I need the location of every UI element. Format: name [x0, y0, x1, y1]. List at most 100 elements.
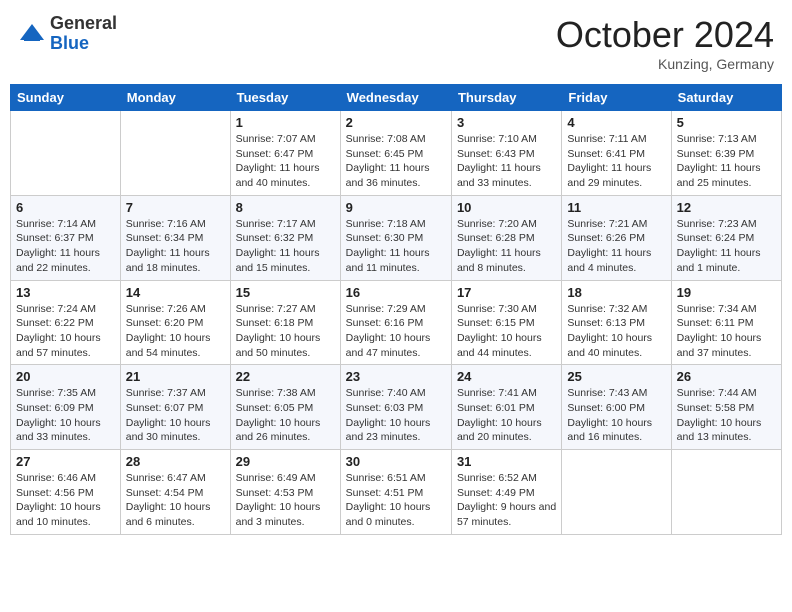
day-number: 10 — [457, 200, 556, 215]
day-info: Sunrise: 7:13 AMSunset: 6:39 PMDaylight:… — [677, 132, 776, 191]
day-number: 25 — [567, 369, 665, 384]
day-info: Sunrise: 6:52 AMSunset: 4:49 PMDaylight:… — [457, 471, 556, 530]
day-info: Sunrise: 7:30 AMSunset: 6:15 PMDaylight:… — [457, 302, 556, 361]
logo: General Blue — [18, 14, 117, 54]
day-number: 22 — [236, 369, 335, 384]
day-info: Sunrise: 7:07 AMSunset: 6:47 PMDaylight:… — [236, 132, 335, 191]
calendar-cell: 18 Sunrise: 7:32 AMSunset: 6:13 PMDayligh… — [562, 280, 671, 365]
calendar-cell: 5 Sunrise: 7:13 AMSunset: 6:39 PMDaylight… — [671, 111, 781, 196]
week-row-4: 20Sunrise: 7:35 AMSunset: 6:09 PMDayligh… — [11, 365, 782, 450]
day-number: 11 — [567, 200, 665, 215]
calendar-cell: 16 Sunrise: 7:29 AMSunset: 6:16 PMDayligh… — [340, 280, 451, 365]
calendar-cell: 14Sunrise: 7:26 AMSunset: 6:20 PMDayligh… — [120, 280, 230, 365]
calendar-cell — [120, 111, 230, 196]
day-info: Sunrise: 7:43 AMSunset: 6:00 PMDaylight:… — [567, 386, 665, 445]
day-info: Sunrise: 6:46 AMSunset: 4:56 PMDaylight:… — [16, 471, 115, 530]
calendar-cell: 4Sunrise: 7:11 AMSunset: 6:41 PMDaylight… — [562, 111, 671, 196]
calendar-cell: 13Sunrise: 7:24 AMSunset: 6:22 PMDayligh… — [11, 280, 121, 365]
day-info: Sunrise: 7:37 AMSunset: 6:07 PMDaylight:… — [126, 386, 225, 445]
calendar-cell: 29Sunrise: 6:49 AMSunset: 4:53 PMDayligh… — [230, 450, 340, 535]
day-number: 7 — [126, 200, 225, 215]
calendar-cell: 24 Sunrise: 7:41 AMSunset: 6:01 PMDayligh… — [451, 365, 561, 450]
logo-general: General — [50, 14, 117, 34]
calendar-cell: 27 Sunrise: 6:46 AMSunset: 4:56 PMDayligh… — [11, 450, 121, 535]
day-number: 27 — [16, 454, 115, 469]
day-number: 14 — [126, 285, 225, 300]
day-number: 1 — [236, 115, 335, 130]
day-info: Sunrise: 7:32 AMSunset: 6:13 PMDaylight:… — [567, 302, 665, 361]
day-number: 4 — [567, 115, 665, 130]
day-info: Sunrise: 7:14 AMSunset: 6:37 PMDaylight:… — [16, 217, 115, 276]
day-info: Sunrise: 7:17 AMSunset: 6:32 PMDaylight:… — [236, 217, 335, 276]
day-info: Sunrise: 7:40 AMSunset: 6:03 PMDaylight:… — [346, 386, 446, 445]
day-number: 21 — [126, 369, 225, 384]
calendar-cell: 20Sunrise: 7:35 AMSunset: 6:09 PMDayligh… — [11, 365, 121, 450]
week-row-2: 6 Sunrise: 7:14 AMSunset: 6:37 PMDaylight… — [11, 195, 782, 280]
day-info: Sunrise: 7:29 AMSunset: 6:16 PMDaylight:… — [346, 302, 446, 361]
calendar-cell: 22 Sunrise: 7:38 AMSunset: 6:05 PMDayligh… — [230, 365, 340, 450]
day-info: Sunrise: 7:41 AMSunset: 6:01 PMDaylight:… — [457, 386, 556, 445]
day-number: 19 — [677, 285, 776, 300]
calendar-cell: 26 Sunrise: 7:44 AMSunset: 5:58 PMDayligh… — [671, 365, 781, 450]
day-number: 8 — [236, 200, 335, 215]
day-number: 31 — [457, 454, 556, 469]
logo-blue: Blue — [50, 34, 117, 54]
calendar-cell: 3 Sunrise: 7:10 AMSunset: 6:43 PMDaylight… — [451, 111, 561, 196]
day-number: 3 — [457, 115, 556, 130]
day-number: 6 — [16, 200, 115, 215]
weekday-header-friday: Friday — [562, 85, 671, 111]
calendar-cell: 23 Sunrise: 7:40 AMSunset: 6:03 PMDayligh… — [340, 365, 451, 450]
day-info: Sunrise: 7:16 AMSunset: 6:34 PMDaylight:… — [126, 217, 225, 276]
calendar-cell — [562, 450, 671, 535]
day-number: 16 — [346, 285, 446, 300]
weekday-header-tuesday: Tuesday — [230, 85, 340, 111]
day-info: Sunrise: 7:21 AMSunset: 6:26 PMDaylight:… — [567, 217, 665, 276]
calendar-cell: 10 Sunrise: 7:20 AMSunset: 6:28 PMDayligh… — [451, 195, 561, 280]
calendar-cell: 1 Sunrise: 7:07 AMSunset: 6:47 PMDaylight… — [230, 111, 340, 196]
day-info: Sunrise: 7:35 AMSunset: 6:09 PMDaylight:… — [16, 386, 115, 445]
month-year: October 2024 — [556, 14, 774, 56]
weekday-header-monday: Monday — [120, 85, 230, 111]
weekday-header-wednesday: Wednesday — [340, 85, 451, 111]
day-number: 26 — [677, 369, 776, 384]
weekday-header-sunday: Sunday — [11, 85, 121, 111]
day-number: 30 — [346, 454, 446, 469]
day-number: 12 — [677, 200, 776, 215]
day-info: Sunrise: 7:20 AMSunset: 6:28 PMDaylight:… — [457, 217, 556, 276]
day-info: Sunrise: 7:34 AMSunset: 6:11 PMDaylight:… — [677, 302, 776, 361]
day-info: Sunrise: 6:47 AMSunset: 4:54 PMDaylight:… — [126, 471, 225, 530]
calendar-cell: 28Sunrise: 6:47 AMSunset: 4:54 PMDayligh… — [120, 450, 230, 535]
day-info: Sunrise: 6:49 AMSunset: 4:53 PMDaylight:… — [236, 471, 335, 530]
calendar-cell: 11 Sunrise: 7:21 AMSunset: 6:26 PMDayligh… — [562, 195, 671, 280]
day-info: Sunrise: 7:27 AMSunset: 6:18 PMDaylight:… — [236, 302, 335, 361]
week-row-1: 1 Sunrise: 7:07 AMSunset: 6:47 PMDaylight… — [11, 111, 782, 196]
day-info: Sunrise: 7:24 AMSunset: 6:22 PMDaylight:… — [16, 302, 115, 361]
day-info: Sunrise: 7:10 AMSunset: 6:43 PMDaylight:… — [457, 132, 556, 191]
calendar-cell — [671, 450, 781, 535]
location: Kunzing, Germany — [556, 56, 774, 72]
calendar-cell — [11, 111, 121, 196]
day-number: 23 — [346, 369, 446, 384]
day-number: 17 — [457, 285, 556, 300]
calendar-cell: 30 Sunrise: 6:51 AMSunset: 4:51 PMDayligh… — [340, 450, 451, 535]
calendar-cell: 9 Sunrise: 7:18 AMSunset: 6:30 PMDaylight… — [340, 195, 451, 280]
calendar-cell: 6 Sunrise: 7:14 AMSunset: 6:37 PMDaylight… — [11, 195, 121, 280]
calendar-cell: 7 Sunrise: 7:16 AMSunset: 6:34 PMDaylight… — [120, 195, 230, 280]
day-info: Sunrise: 7:18 AMSunset: 6:30 PMDaylight:… — [346, 217, 446, 276]
title-block: October 2024 Kunzing, Germany — [556, 14, 774, 72]
day-number: 5 — [677, 115, 776, 130]
day-number: 2 — [346, 115, 446, 130]
day-number: 9 — [346, 200, 446, 215]
calendar-cell: 25 Sunrise: 7:43 AMSunset: 6:00 PMDayligh… — [562, 365, 671, 450]
calendar-cell: 2Sunrise: 7:08 AMSunset: 6:45 PMDaylight… — [340, 111, 451, 196]
day-info: Sunrise: 7:44 AMSunset: 5:58 PMDaylight:… — [677, 386, 776, 445]
calendar-cell: 15 Sunrise: 7:27 AMSunset: 6:18 PMDayligh… — [230, 280, 340, 365]
day-number: 18 — [567, 285, 665, 300]
day-number: 15 — [236, 285, 335, 300]
day-info: Sunrise: 7:23 AMSunset: 6:24 PMDaylight:… — [677, 217, 776, 276]
weekday-header-thursday: Thursday — [451, 85, 561, 111]
calendar-cell: 8 Sunrise: 7:17 AMSunset: 6:32 PMDaylight… — [230, 195, 340, 280]
day-info: Sunrise: 7:38 AMSunset: 6:05 PMDaylight:… — [236, 386, 335, 445]
day-info: Sunrise: 6:51 AMSunset: 4:51 PMDaylight:… — [346, 471, 446, 530]
day-number: 24 — [457, 369, 556, 384]
